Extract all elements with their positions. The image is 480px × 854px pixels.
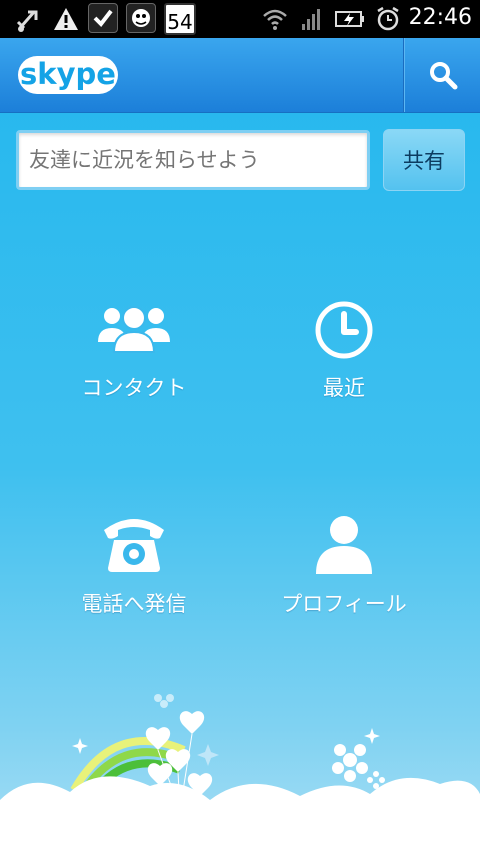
profile-icon (316, 516, 372, 574)
logo-text: skype (20, 57, 116, 91)
contacts-icon (98, 306, 170, 353)
app-notification-icon (126, 3, 156, 33)
usb-debug-icon (14, 4, 42, 34)
profile-label: プロフィール (281, 592, 407, 616)
mood-message-input[interactable] (16, 130, 370, 190)
phone-icon (104, 519, 164, 572)
status-time: 22:46 (408, 5, 472, 30)
decorative-landscape (0, 694, 480, 854)
warning-icon (52, 4, 80, 34)
signal-icon (298, 4, 324, 34)
wifi-icon (262, 4, 288, 34)
call-phone-label: 電話へ発信 (81, 592, 187, 616)
recent-tile[interactable]: 最近 (244, 298, 444, 428)
search-button[interactable] (404, 38, 480, 112)
alarm-icon (374, 4, 402, 34)
task-check-icon (88, 3, 118, 33)
app-header: skype (0, 38, 480, 113)
recent-label: 最近 (323, 376, 365, 400)
call-phone-tile[interactable]: 電話へ発信 (34, 510, 234, 640)
battery-charging-icon (334, 4, 366, 34)
contacts-tile[interactable]: コンタクト (34, 298, 234, 428)
contacts-label: コンタクト (81, 376, 187, 400)
status-bar: 54 22:46 (0, 0, 480, 38)
share-button[interactable]: 共有 (383, 129, 465, 191)
calendar-icon: 54 (164, 3, 196, 35)
clock-icon (315, 301, 373, 359)
skype-logo: skype (16, 52, 124, 102)
search-icon (430, 62, 458, 90)
profile-tile[interactable]: プロフィール (244, 510, 444, 640)
